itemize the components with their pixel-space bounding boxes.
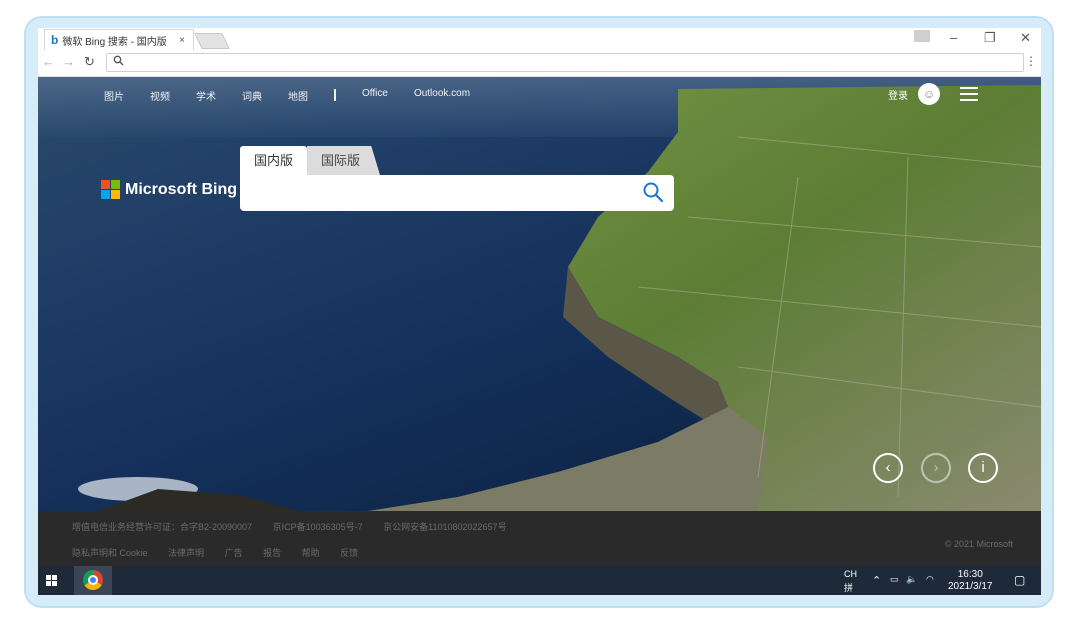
- footer-icp[interactable]: 京ICP备10036305号-7: [273, 522, 363, 532]
- chrome-icon: [83, 570, 103, 590]
- footer-link-feedback[interactable]: 反馈: [340, 548, 358, 558]
- nav-link-outlook[interactable]: Outlook.com: [414, 88, 470, 103]
- tab-close-icon[interactable]: ×: [179, 35, 185, 46]
- tray-chevron-icon[interactable]: ⌃: [872, 574, 881, 587]
- reload-icon[interactable]: ↻: [84, 54, 95, 70]
- nav-divider: [334, 89, 336, 101]
- footer-links-row: 隐私声明和 Cookie 法律声明 广告 报告 帮助 反馈: [72, 546, 376, 559]
- nav-item-videos[interactable]: 视频: [150, 88, 170, 103]
- search-icon: [113, 55, 124, 66]
- search-icon[interactable]: [642, 181, 664, 203]
- page-footer: 增值电信业务经营许可证：合字B2-20090007 京ICP备10036305号…: [38, 511, 1041, 566]
- ime-indicator[interactable]: CH: [844, 569, 857, 579]
- footer-link-legal[interactable]: 法律声明: [168, 548, 204, 558]
- minimize-icon[interactable]: –: [950, 30, 957, 45]
- browser-menu-icon[interactable]: ⋮: [1025, 54, 1037, 68]
- footer-license-row: 增值电信业务经营许可证：合字B2-20090007 京ICP备10036305号…: [72, 520, 525, 533]
- profile-icon[interactable]: [914, 30, 930, 42]
- bing-favicon-icon: b: [51, 33, 59, 47]
- volume-icon[interactable]: 🔈: [906, 574, 917, 585]
- background-landscape-image: [38, 77, 1041, 511]
- carousel-info-icon[interactable]: i: [968, 453, 998, 483]
- microsoft-logo-icon: [101, 180, 120, 199]
- notification-icon[interactable]: ▢: [1014, 573, 1025, 587]
- search-scope-tabs: 国内版 国际版: [240, 146, 381, 175]
- nav-item-academic[interactable]: 学术: [196, 88, 216, 103]
- new-tab-button[interactable]: [194, 33, 230, 49]
- browser-tab[interactable]: b 微软 Bing 搜索 - 国内版 ×: [44, 29, 194, 50]
- search-box: [240, 175, 674, 211]
- footer-link-ads[interactable]: 广告: [225, 548, 243, 558]
- restore-icon[interactable]: ❐: [984, 30, 996, 46]
- tab-title: 微软 Bing 搜索 - 国内版: [62, 36, 167, 48]
- footer-copyright: © 2021 Microsoft: [944, 539, 1013, 549]
- clock-time: 16:30: [957, 569, 983, 580]
- tab-domestic[interactable]: 国内版: [240, 146, 308, 175]
- browser-toolbar: ← → ↻ ⋮: [38, 50, 1041, 77]
- search-input[interactable]: [250, 183, 634, 205]
- footer-link-privacy[interactable]: 隐私声明和 Cookie: [72, 548, 148, 558]
- avatar-icon[interactable]: ☺: [918, 83, 940, 105]
- clock-date: 2021/3/17: [948, 581, 993, 592]
- forward-icon[interactable]: →: [62, 54, 75, 69]
- footer-police[interactable]: 京公网安备11010802022657号: [383, 522, 506, 532]
- nav-item-dictionary[interactable]: 词典: [242, 88, 262, 103]
- wifi-icon[interactable]: ◠: [926, 574, 934, 585]
- clock[interactable]: 16:30 2021/3/17: [948, 569, 993, 593]
- chrome-taskbar-button[interactable]: [74, 566, 112, 595]
- login-link[interactable]: 登录: [888, 87, 908, 102]
- logo-text: Microsoft Bing: [125, 180, 237, 198]
- footer-license[interactable]: 增值电信业务经营许可证：合字B2-20090007: [72, 522, 252, 532]
- battery-icon[interactable]: ▭: [890, 574, 899, 585]
- ime-mode-indicator[interactable]: 拼: [844, 581, 853, 594]
- address-bar[interactable]: [106, 53, 1024, 72]
- carousel-prev-icon[interactable]: ‹: [873, 453, 903, 483]
- nav-item-images[interactable]: 图片: [104, 88, 124, 103]
- tab-strip: b 微软 Bing 搜索 - 国内版 × – ❐ ✕: [38, 28, 1041, 50]
- footer-link-help[interactable]: 帮助: [302, 548, 320, 558]
- bing-homepage: 图片 视频 学术 词典 地图 Office Outlook.com 登录 ☺ M…: [38, 77, 1041, 511]
- windows-taskbar: CH 拼 ⌃ ▭ 🔈 ◠ 16:30 2021/3/17 ▢: [38, 566, 1041, 595]
- bing-logo[interactable]: Microsoft Bing: [101, 180, 237, 199]
- windows-start-icon[interactable]: [46, 575, 57, 586]
- carousel-next-icon[interactable]: ›: [921, 453, 951, 483]
- hamburger-icon[interactable]: [960, 87, 978, 105]
- close-window-icon[interactable]: ✕: [1020, 30, 1031, 46]
- back-icon[interactable]: ←: [42, 54, 55, 69]
- nav-item-maps[interactable]: 地图: [288, 88, 308, 103]
- footer-link-report[interactable]: 报告: [263, 548, 281, 558]
- top-navigation: 图片 视频 学术 词典 地图 Office Outlook.com: [104, 88, 496, 103]
- nav-link-office[interactable]: Office: [362, 88, 388, 103]
- tab-international[interactable]: 国际版: [307, 146, 381, 175]
- browser-window: b 微软 Bing 搜索 - 国内版 × – ❐ ✕ ← → ↻ ⋮ 图片 视频…: [38, 28, 1041, 595]
